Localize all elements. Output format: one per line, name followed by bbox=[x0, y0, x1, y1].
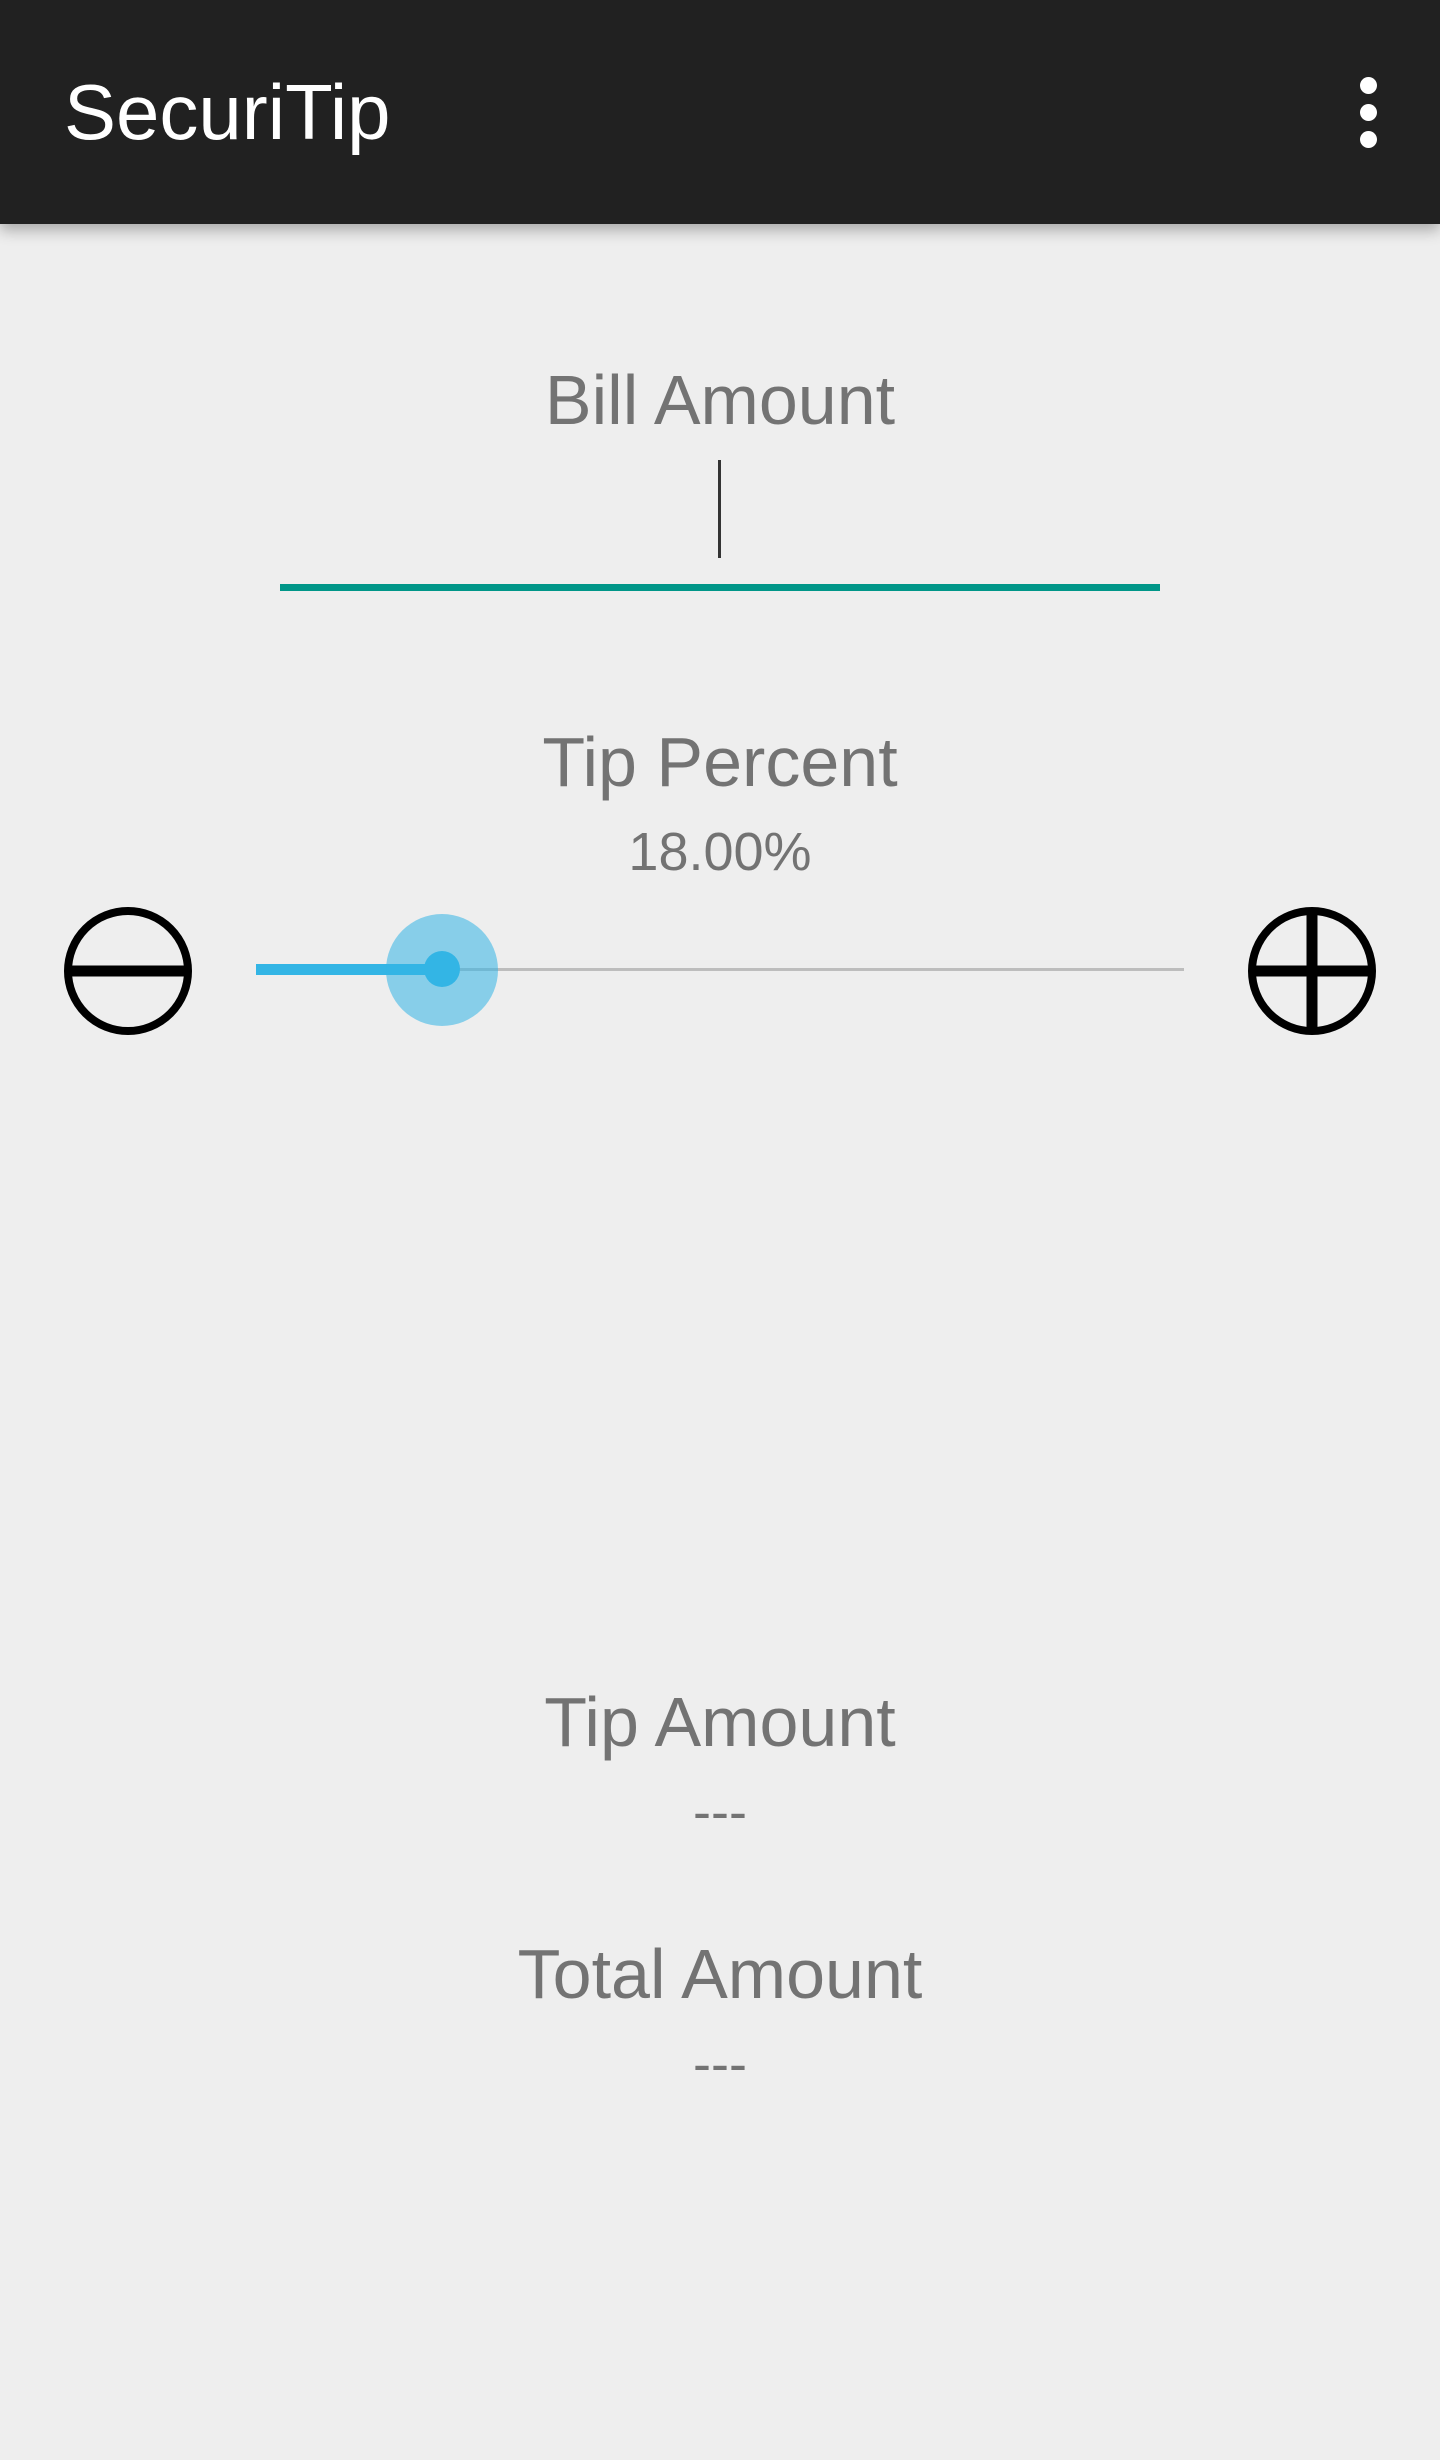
increase-tip-button[interactable] bbox=[1247, 906, 1377, 1036]
total-amount-label: Total Amount bbox=[517, 1935, 923, 2013]
tip-amount-label: Tip Amount bbox=[544, 1683, 896, 1761]
app-title: SecuriTip bbox=[64, 68, 391, 156]
total-amount-value: --- bbox=[693, 2034, 747, 2094]
tip-amount-value: --- bbox=[693, 1782, 747, 1842]
more-vert-icon-dot bbox=[1359, 130, 1377, 148]
more-vert-icon bbox=[1359, 76, 1377, 94]
bill-amount-underline bbox=[280, 584, 1160, 591]
text-cursor bbox=[718, 460, 721, 558]
slider-thumb[interactable] bbox=[424, 951, 460, 987]
minus-circle-icon bbox=[64, 907, 192, 1035]
more-vert-icon-dot bbox=[1359, 103, 1377, 121]
plus-circle-icon bbox=[1248, 907, 1376, 1035]
app-bar: SecuriTip bbox=[0, 0, 1440, 224]
overflow-menu-button[interactable] bbox=[1328, 64, 1408, 160]
tip-percent-label: Tip Percent bbox=[542, 723, 898, 801]
tip-percent-value: 18.00% bbox=[628, 822, 812, 882]
tip-percent-slider[interactable] bbox=[256, 914, 1184, 1026]
bill-amount-label: Bill Amount bbox=[544, 361, 896, 439]
decrease-tip-button[interactable] bbox=[63, 906, 193, 1036]
